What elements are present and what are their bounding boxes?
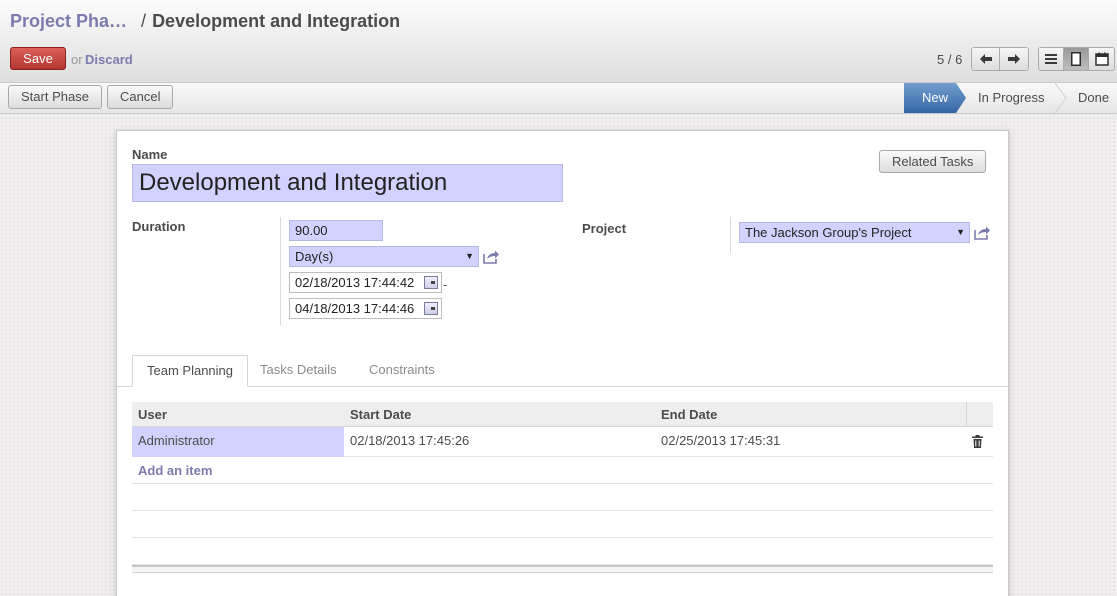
- empty-row: [132, 511, 993, 538]
- control-panel: Project Pha… / Development and Integration…: [0, 0, 1117, 83]
- pager-buttons: [971, 47, 1029, 71]
- add-item-row: Add an item: [132, 457, 993, 484]
- calendar-picker-icon[interactable]: [424, 276, 438, 289]
- column-header-start-date[interactable]: Start Date: [350, 407, 411, 422]
- save-button[interactable]: Save: [10, 47, 66, 70]
- dropdown-caret-icon: ▼: [465, 251, 474, 261]
- state-in-progress[interactable]: In Progress: [978, 83, 1044, 113]
- start-phase-button[interactable]: Start Phase: [8, 85, 102, 109]
- name-field[interactable]: Development and Integration: [132, 164, 563, 202]
- tab-team-planning[interactable]: Team Planning: [132, 355, 248, 387]
- field-divider: [730, 217, 731, 253]
- row-user: Administrator: [138, 433, 215, 448]
- duration-label: Duration: [132, 219, 186, 234]
- column-divider: [966, 402, 967, 427]
- breadcrumb-separator: /: [141, 11, 147, 31]
- project-select[interactable]: The Jackson Group's Project ▼: [739, 222, 970, 243]
- column-header-end-date[interactable]: End Date: [661, 407, 717, 422]
- table-header: User Start Date End Date: [132, 402, 993, 427]
- field-divider: [280, 217, 281, 325]
- pager-previous-button[interactable]: [972, 48, 1000, 70]
- form-view-button[interactable]: [1064, 48, 1089, 70]
- breadcrumb-parent-link[interactable]: Project Pha…: [10, 11, 127, 31]
- empty-row: [132, 484, 993, 511]
- date-end-value: 04/18/2013 17:44:46: [295, 301, 415, 316]
- duration-field[interactable]: 90.00: [289, 220, 383, 241]
- row-start-date: 02/18/2013 17:45:26: [350, 433, 470, 448]
- table-row[interactable]: Administrator 02/18/2013 17:45:26 02/25/…: [132, 427, 993, 457]
- calendar-view-button[interactable]: [1089, 48, 1114, 70]
- add-item-link[interactable]: Add an item: [138, 463, 212, 478]
- pager-counter: 5 / 6: [937, 52, 963, 67]
- breadcrumb: Project Pha… / Development and Integration: [10, 11, 400, 32]
- external-link-icon[interactable]: [482, 249, 500, 265]
- table-footer: [132, 565, 993, 573]
- date-end-field[interactable]: 04/18/2013 17:44:46: [289, 298, 442, 319]
- dropdown-caret-icon: ▼: [956, 227, 965, 237]
- external-link-icon[interactable]: [973, 225, 991, 241]
- row-end-date: 02/25/2013 17:45:31: [661, 433, 781, 448]
- date-start-field[interactable]: 02/18/2013 17:44:42: [289, 272, 442, 293]
- state-done[interactable]: Done: [1078, 83, 1109, 113]
- related-tasks-button[interactable]: Related Tasks: [879, 150, 987, 173]
- state-new[interactable]: New: [904, 83, 966, 113]
- duration-unit-value: Day(s): [295, 249, 334, 264]
- trash-icon[interactable]: [972, 435, 983, 448]
- cancel-button[interactable]: Cancel: [107, 85, 174, 109]
- project-value: The Jackson Group's Project: [745, 225, 912, 240]
- tab-constraints[interactable]: Constraints: [355, 355, 449, 387]
- column-header-user[interactable]: User: [138, 407, 167, 422]
- date-start-value: 02/18/2013 17:44:42: [295, 275, 415, 290]
- view-switcher: [1038, 47, 1115, 71]
- duration-unit-select[interactable]: Day(s) ▼: [289, 246, 479, 267]
- arrow-right-icon: [1008, 54, 1020, 64]
- form-sheet: Name Development and Integration Related…: [116, 130, 1009, 596]
- name-label: Name: [132, 147, 168, 162]
- discard-link[interactable]: Discard: [85, 52, 133, 67]
- team-planning-table: User Start Date End Date Administrator 0…: [132, 402, 993, 573]
- or-text: or: [71, 52, 83, 67]
- statusbar: Start Phase Cancel New In Progress Done: [0, 83, 1117, 114]
- project-label: Project: [582, 221, 627, 236]
- list-view-button[interactable]: [1039, 48, 1064, 70]
- state-chevron-separator: [1055, 83, 1067, 113]
- list-view-icon: [1045, 54, 1057, 64]
- arrow-left-icon: [979, 54, 992, 64]
- empty-row: [132, 538, 993, 565]
- calendar-picker-icon[interactable]: [424, 302, 438, 315]
- pager-next-button[interactable]: [1000, 48, 1028, 70]
- tab-tasks-details[interactable]: Tasks Details: [246, 355, 351, 387]
- page-title: Development and Integration: [152, 11, 401, 31]
- form-view-icon: [1071, 52, 1081, 66]
- calendar-view-icon: [1094, 52, 1109, 66]
- date-range-separator: -: [443, 277, 448, 292]
